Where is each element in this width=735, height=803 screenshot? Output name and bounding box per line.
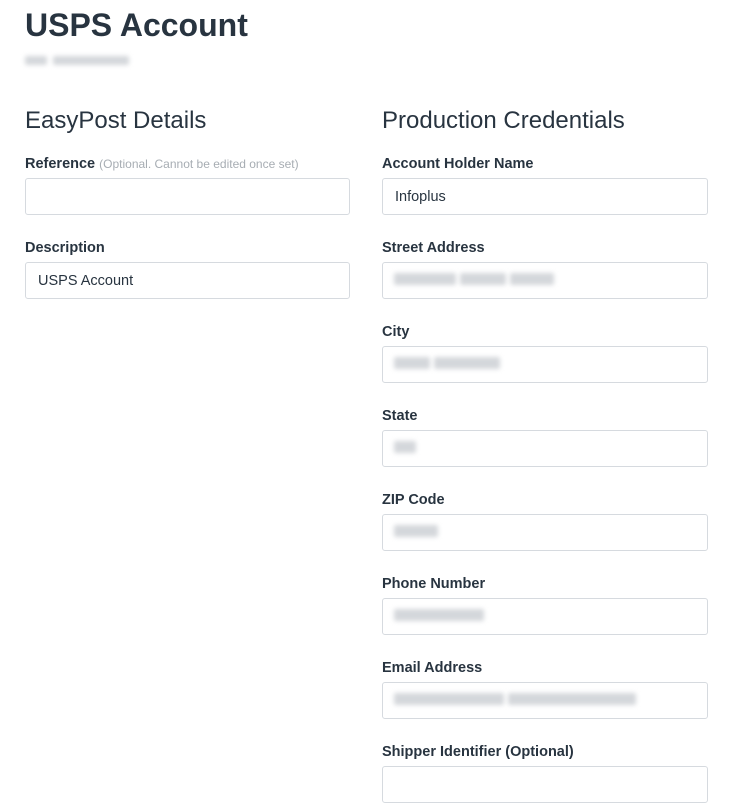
email-address-label: Email Address bbox=[382, 660, 483, 676]
account-subtitle-redacted bbox=[25, 54, 129, 66]
street-address-input[interactable] bbox=[382, 262, 708, 299]
zip-code-field bbox=[382, 514, 708, 551]
account-holder-name-label: Account Holder Name bbox=[382, 156, 534, 172]
state-field bbox=[382, 430, 708, 467]
email-address-field bbox=[382, 682, 708, 719]
description-input[interactable] bbox=[25, 262, 350, 299]
shipper-identifier-label: Shipper Identifier (Optional) bbox=[382, 744, 574, 760]
reference-hint: (Optional. Cannot be edited once set) bbox=[99, 157, 299, 171]
street-address-label: Street Address bbox=[382, 240, 485, 256]
shipper-identifier-input[interactable] bbox=[382, 766, 708, 803]
page-title: USPS Account bbox=[25, 7, 248, 43]
state-input[interactable] bbox=[382, 430, 708, 467]
phone-number-input[interactable] bbox=[382, 598, 708, 635]
section-heading-easypost-details: EasyPost Details bbox=[25, 107, 207, 134]
state-label: State bbox=[382, 408, 418, 424]
email-address-input[interactable] bbox=[382, 682, 708, 719]
phone-number-field bbox=[382, 598, 708, 635]
reference-input[interactable] bbox=[25, 178, 350, 215]
section-heading-production-credentials: Production Credentials bbox=[382, 107, 625, 134]
reference-label: Reference (Optional. Cannot be edited on… bbox=[25, 155, 299, 173]
city-label: City bbox=[382, 324, 410, 340]
zip-code-input[interactable] bbox=[382, 514, 708, 551]
reference-label-text: Reference bbox=[25, 156, 96, 172]
street-address-field bbox=[382, 262, 708, 299]
description-label: Description bbox=[25, 240, 105, 256]
account-holder-name-input[interactable] bbox=[382, 178, 708, 215]
zip-code-label: ZIP Code bbox=[382, 492, 445, 508]
phone-number-label: Phone Number bbox=[382, 576, 486, 592]
city-field bbox=[382, 346, 708, 383]
city-input[interactable] bbox=[382, 346, 708, 383]
